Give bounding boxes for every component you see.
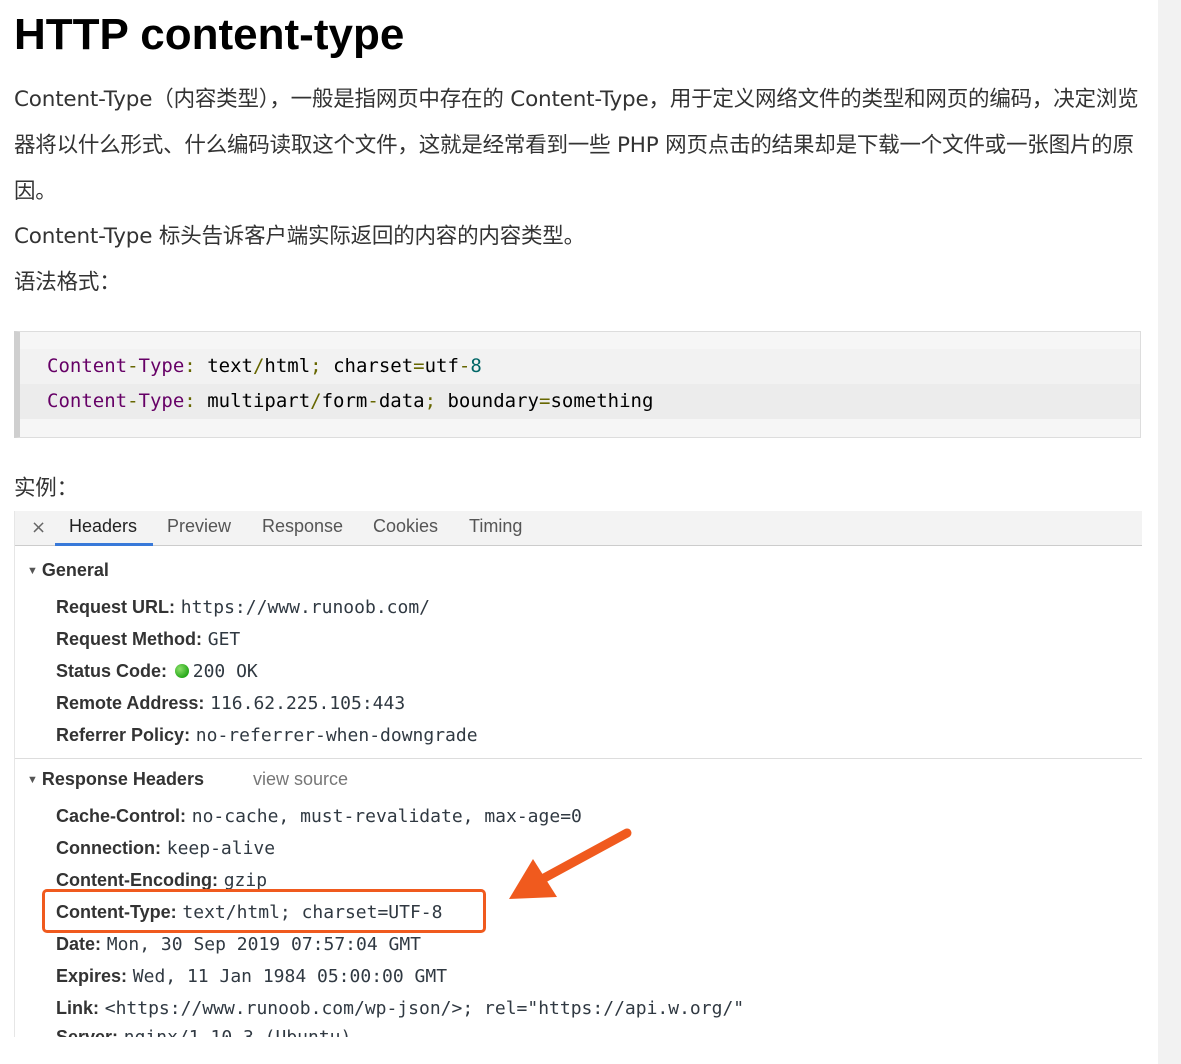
code-token: /	[310, 390, 322, 412]
header-value: 116.62.225.105:443	[210, 693, 406, 714]
code-token: multipart	[195, 390, 311, 412]
tab-response[interactable]: Response	[262, 511, 343, 546]
code-token: :	[184, 390, 196, 412]
header-value: 200 OK	[192, 661, 258, 682]
code-token: =	[413, 355, 425, 377]
header-key: Content-Encoding:	[56, 870, 218, 890]
intro-paragraph: Content-Type（内容类型），一般是指网页中存在的 Content-Ty…	[14, 87, 1139, 204]
header-value: nginx/1.10.3 (Ubuntu)	[124, 1027, 352, 1037]
expand-triangle-icon: ▼	[27, 774, 38, 786]
code-line-1: Content-Type: text/html; charset=utf-8	[20, 349, 1140, 384]
code-token: /	[252, 355, 265, 377]
devtools-tab-bar: × Headers Preview Response Cookies Timin…	[15, 511, 1142, 546]
close-icon[interactable]: ×	[31, 515, 46, 541]
header-key: Request Method:	[56, 629, 202, 649]
header-row: Link: <https://www.runoob.com/wp-json/>;…	[56, 992, 744, 1024]
header-key: Referrer Policy:	[56, 725, 191, 745]
annotation-arrow-icon	[509, 828, 632, 899]
code-token: Content	[47, 355, 128, 377]
page-title: HTTP content-type	[14, 10, 405, 59]
header-key: Remote Address:	[56, 693, 205, 713]
code-token: text	[195, 355, 253, 377]
header-key: Connection:	[56, 838, 161, 858]
code-token: html	[264, 355, 311, 377]
view-source-link[interactable]: view source	[253, 767, 348, 791]
tab-cookies[interactable]: Cookies	[373, 511, 438, 546]
code-token: data	[378, 390, 425, 412]
response-headers-title: Response Headers	[41, 769, 204, 789]
header-value: https://www.runoob.com/	[180, 597, 430, 618]
example-label: 实例：	[14, 476, 78, 501]
code-token: :	[184, 355, 196, 377]
header-key: Date:	[56, 934, 102, 954]
header-row: Request URL: https://www.runoob.com/	[56, 591, 430, 623]
response-headers-section-toggle[interactable]: ▼ Response Headers	[27, 767, 204, 792]
code-token: 8	[470, 355, 482, 377]
code-token: Type	[138, 355, 185, 377]
header-value: GET	[207, 629, 241, 650]
syntax-code-block: Content-Type: text/html; charset=utf-8 C…	[14, 331, 1141, 438]
header-key: Expires:	[56, 966, 128, 986]
header-value: no-referrer-when-downgrade	[195, 725, 478, 746]
header-row: Expires: Wed, 11 Jan 1984 05:00:00 GMT	[56, 960, 447, 992]
code-token: -	[458, 355, 471, 377]
code-token: boundary	[436, 390, 539, 412]
status-ok-icon	[174, 664, 189, 678]
section-divider	[15, 758, 1142, 759]
header-value: Wed, 11 Jan 1984 05:00:00 GMT	[132, 966, 448, 987]
devtools-headers-screenshot: × Headers Preview Response Cookies Timin…	[14, 511, 1142, 1037]
header-row: Request Method: GET	[56, 623, 240, 655]
content-type-description: Content-Type 标头告诉客户端实际返回的内容的内容类型。	[14, 224, 585, 249]
header-key: Request URL:	[56, 597, 176, 617]
header-key: Status Code:	[56, 661, 168, 681]
general-section-toggle[interactable]: ▼ General	[27, 558, 109, 583]
code-token: -	[367, 390, 379, 412]
header-value: Mon, 30 Sep 2019 07:57:04 GMT	[106, 934, 422, 955]
code-token: utf	[424, 355, 459, 377]
header-value: gzip	[223, 870, 268, 891]
content-type-highlight-box	[42, 889, 486, 933]
tab-headers[interactable]: Headers	[55, 511, 153, 546]
code-token: form	[321, 390, 368, 412]
code-token: something	[550, 390, 654, 412]
code-token: -	[127, 355, 139, 377]
general-section-title: General	[41, 560, 109, 580]
header-key: Server:	[56, 1027, 119, 1037]
header-value: keep-alive	[166, 838, 276, 859]
expand-triangle-icon: ▼	[27, 565, 38, 577]
page-scroll-gutter	[1158, 0, 1181, 1064]
tab-preview[interactable]: Preview	[167, 511, 231, 546]
header-key: Link:	[56, 998, 99, 1018]
tab-timing[interactable]: Timing	[469, 511, 522, 546]
header-row: Connection: keep-alive	[56, 832, 275, 864]
code-token: charset	[321, 355, 414, 377]
header-value: <https://www.runoob.com/wp-json/>; rel="…	[104, 998, 745, 1019]
header-row: Referrer Policy: no-referrer-when-downgr…	[56, 719, 478, 751]
syntax-label: 语法格式：	[14, 270, 121, 295]
code-token: =	[538, 390, 551, 412]
code-token: Type	[138, 390, 185, 412]
header-row: Status Code: 200 OK	[56, 655, 258, 687]
code-token: ;	[310, 355, 322, 377]
header-key: Cache-Control:	[56, 806, 186, 826]
code-token: ;	[424, 390, 437, 412]
code-token: -	[127, 390, 139, 412]
header-row: Remote Address: 116.62.225.105:443	[56, 687, 405, 719]
header-row: Server: nginx/1.10.3 (Ubuntu)	[56, 1021, 351, 1037]
code-token: Content	[47, 390, 128, 412]
code-line-2: Content-Type: multipart/form-data; bound…	[20, 384, 1140, 419]
